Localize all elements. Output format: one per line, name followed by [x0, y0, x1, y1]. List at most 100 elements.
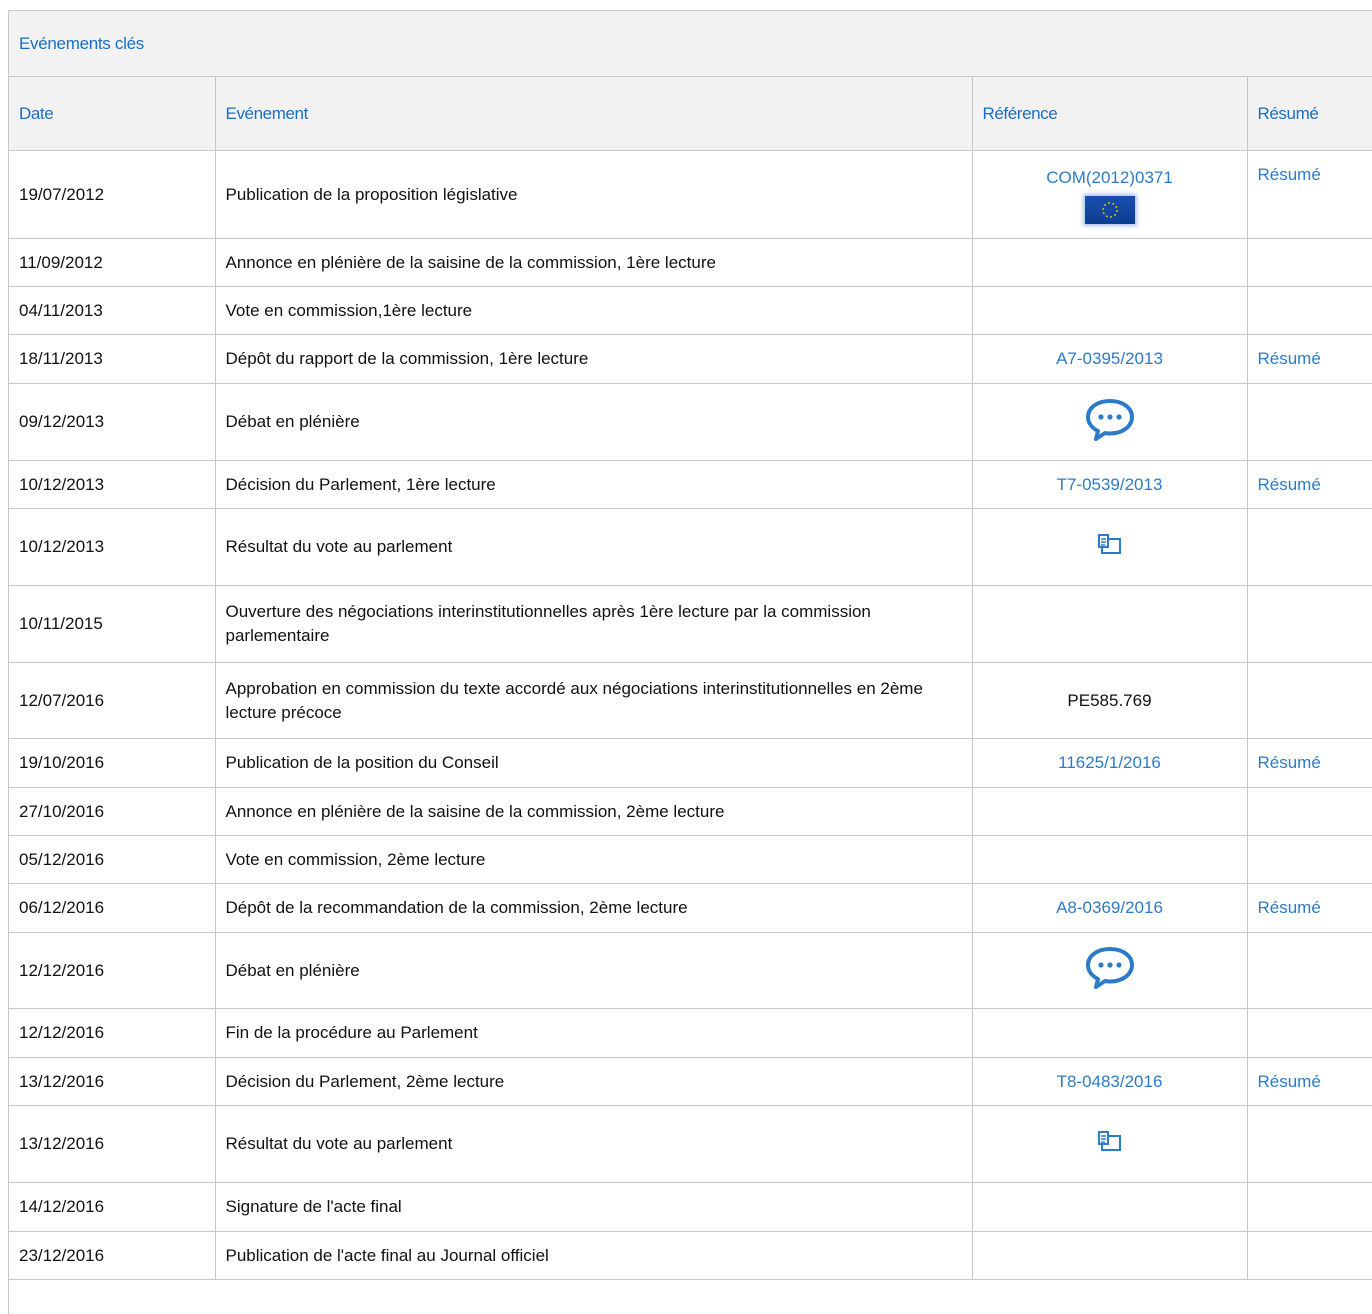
row-reference: T8-0483/2016: [972, 1057, 1248, 1106]
row-summary: [1247, 787, 1372, 836]
vote-icon[interactable]: [1096, 531, 1124, 564]
table-row: 10/11/2015 Ouverture des négociations in…: [9, 585, 1372, 663]
reference-link[interactable]: A7-0395/2013: [1056, 349, 1163, 368]
row-reference: [972, 383, 1248, 461]
table-row: 11/09/2012 Annonce en plénière de la sai…: [9, 238, 1372, 287]
row-date: 10/12/2013: [9, 508, 216, 586]
table-row: 19/07/2012 Publication de la proposition…: [9, 150, 1372, 239]
row-date: 19/07/2012: [9, 150, 216, 239]
column-header-reference: Référence: [972, 77, 1248, 151]
row-summary: [1247, 1105, 1372, 1183]
row-summary: [1247, 238, 1372, 287]
row-summary: [1247, 835, 1372, 884]
row-date: 13/12/2016: [9, 1105, 216, 1183]
table-row: 09/12/2013 Débat en plénière: [9, 383, 1372, 461]
reference-link[interactable]: A8-0369/2016: [1056, 898, 1163, 917]
column-header-summary: Résumé: [1247, 77, 1372, 151]
speech-bubble-icon[interactable]: [1084, 397, 1136, 448]
table-row: 12/07/2016 Approbation en commission du …: [9, 662, 1372, 739]
row-reference: 11625/1/2016: [972, 738, 1248, 788]
row-event: Débat en plénière: [215, 383, 973, 461]
table-header-row: Date Evénement Référence Résumé: [9, 77, 1372, 151]
row-event: Dépôt du rapport de la commission, 1ère …: [215, 334, 973, 384]
reference-link[interactable]: 11625/1/2016: [1058, 753, 1161, 772]
row-date: 12/12/2016: [9, 932, 216, 1009]
reference-link[interactable]: T8-0483/2016: [1057, 1072, 1163, 1091]
row-summary: Résumé: [1247, 1057, 1372, 1106]
speech-bubble-icon[interactable]: [1084, 945, 1136, 996]
reference-link[interactable]: COM(2012)0371: [1046, 166, 1173, 190]
row-reference: [972, 1105, 1248, 1183]
row-reference: [972, 585, 1248, 663]
column-header-date: Date: [9, 77, 216, 151]
summary-link[interactable]: Résumé: [1258, 349, 1321, 368]
row-date: 10/11/2015: [9, 585, 216, 663]
row-date: 12/07/2016: [9, 662, 216, 739]
summary-link[interactable]: Résumé: [1258, 753, 1321, 772]
row-event: Résultat du vote au parlement: [215, 1105, 973, 1183]
row-summary: [1247, 383, 1372, 461]
table-row: 23/12/2016 Publication de l'acte final a…: [9, 1231, 1372, 1280]
row-date: 27/10/2016: [9, 787, 216, 836]
column-header-event: Evénement: [215, 77, 973, 151]
row-summary: Résumé: [1247, 738, 1372, 788]
row-summary: [1247, 1231, 1372, 1280]
row-event: Vote en commission,1ère lecture: [215, 286, 973, 335]
row-summary: Résumé: [1247, 460, 1372, 509]
row-date: 12/12/2016: [9, 1008, 216, 1058]
table-row: 19/10/2016 Publication de la position du…: [9, 738, 1372, 788]
row-reference-text: PE585.769: [972, 662, 1248, 739]
row-event: Vote en commission, 2ème lecture: [215, 835, 973, 884]
row-event: Signature de l'acte final: [215, 1182, 973, 1232]
table-row: 06/12/2016 Dépôt de la recommandation de…: [9, 883, 1372, 933]
row-summary: [1247, 1008, 1372, 1058]
summary-link[interactable]: Résumé: [1258, 1072, 1321, 1091]
table-row: 12/12/2016 Fin de la procédure au Parlem…: [9, 1008, 1372, 1058]
row-summary: [1247, 1182, 1372, 1232]
vote-icon[interactable]: [1096, 1128, 1124, 1161]
key-events-panel: Evénements clés Date Evénement Référence…: [8, 10, 1372, 1314]
row-event: Ouverture des négociations interinstitut…: [215, 585, 973, 663]
summary-link[interactable]: Résumé: [1258, 898, 1321, 917]
row-date: 23/12/2016: [9, 1231, 216, 1280]
row-summary: [1247, 286, 1372, 335]
table-row: 14/12/2016 Signature de l'acte final: [9, 1182, 1372, 1232]
table-row: 05/12/2016 Vote en commission, 2ème lect…: [9, 835, 1372, 884]
summary-link[interactable]: Résumé: [1258, 165, 1321, 184]
table-row: 10/12/2013 Résultat du vote au parlement: [9, 508, 1372, 586]
row-summary: Résumé: [1247, 883, 1372, 933]
eu-flag-icon[interactable]: [1084, 195, 1135, 224]
row-event: Dépôt de la recommandation de la commiss…: [215, 883, 973, 933]
row-date: 10/12/2013: [9, 460, 216, 509]
row-summary: [1247, 585, 1372, 663]
table-row: 13/12/2016 Résultat du vote au parlement: [9, 1105, 1372, 1183]
row-event: Décision du Parlement, 1ère lecture: [215, 460, 973, 509]
events-table: Date Evénement Référence Résumé 19/07/20…: [9, 77, 1372, 1280]
row-summary: Résumé: [1247, 150, 1372, 239]
row-summary: Résumé: [1247, 334, 1372, 384]
row-event: Annonce en plénière de la saisine de la …: [215, 787, 973, 836]
row-event: Débat en plénière: [215, 932, 973, 1009]
table-row: 13/12/2016 Décision du Parlement, 2ème l…: [9, 1057, 1372, 1106]
row-reference: A7-0395/2013: [972, 334, 1248, 384]
row-event: Décision du Parlement, 2ème lecture: [215, 1057, 973, 1106]
row-event: Publication de la proposition législativ…: [215, 150, 973, 239]
row-reference: [972, 1008, 1248, 1058]
row-date: 09/12/2013: [9, 383, 216, 461]
row-reference: [972, 1182, 1248, 1232]
row-event: Fin de la procédure au Parlement: [215, 1008, 973, 1058]
row-date: 14/12/2016: [9, 1182, 216, 1232]
row-reference: [972, 835, 1248, 884]
table-row: 27/10/2016 Annonce en plénière de la sai…: [9, 787, 1372, 836]
row-summary: [1247, 932, 1372, 1009]
table-row: 12/12/2016 Débat en plénière: [9, 932, 1372, 1009]
row-date: 13/12/2016: [9, 1057, 216, 1106]
row-reference: A8-0369/2016: [972, 883, 1248, 933]
row-event: Publication de l'acte final au Journal o…: [215, 1231, 973, 1280]
summary-link[interactable]: Résumé: [1258, 475, 1321, 494]
table-row: 18/11/2013 Dépôt du rapport de la commis…: [9, 334, 1372, 384]
row-event: Publication de la position du Conseil: [215, 738, 973, 788]
row-reference: [972, 1231, 1248, 1280]
row-date: 04/11/2013: [9, 286, 216, 335]
reference-link[interactable]: T7-0539/2013: [1057, 475, 1163, 494]
